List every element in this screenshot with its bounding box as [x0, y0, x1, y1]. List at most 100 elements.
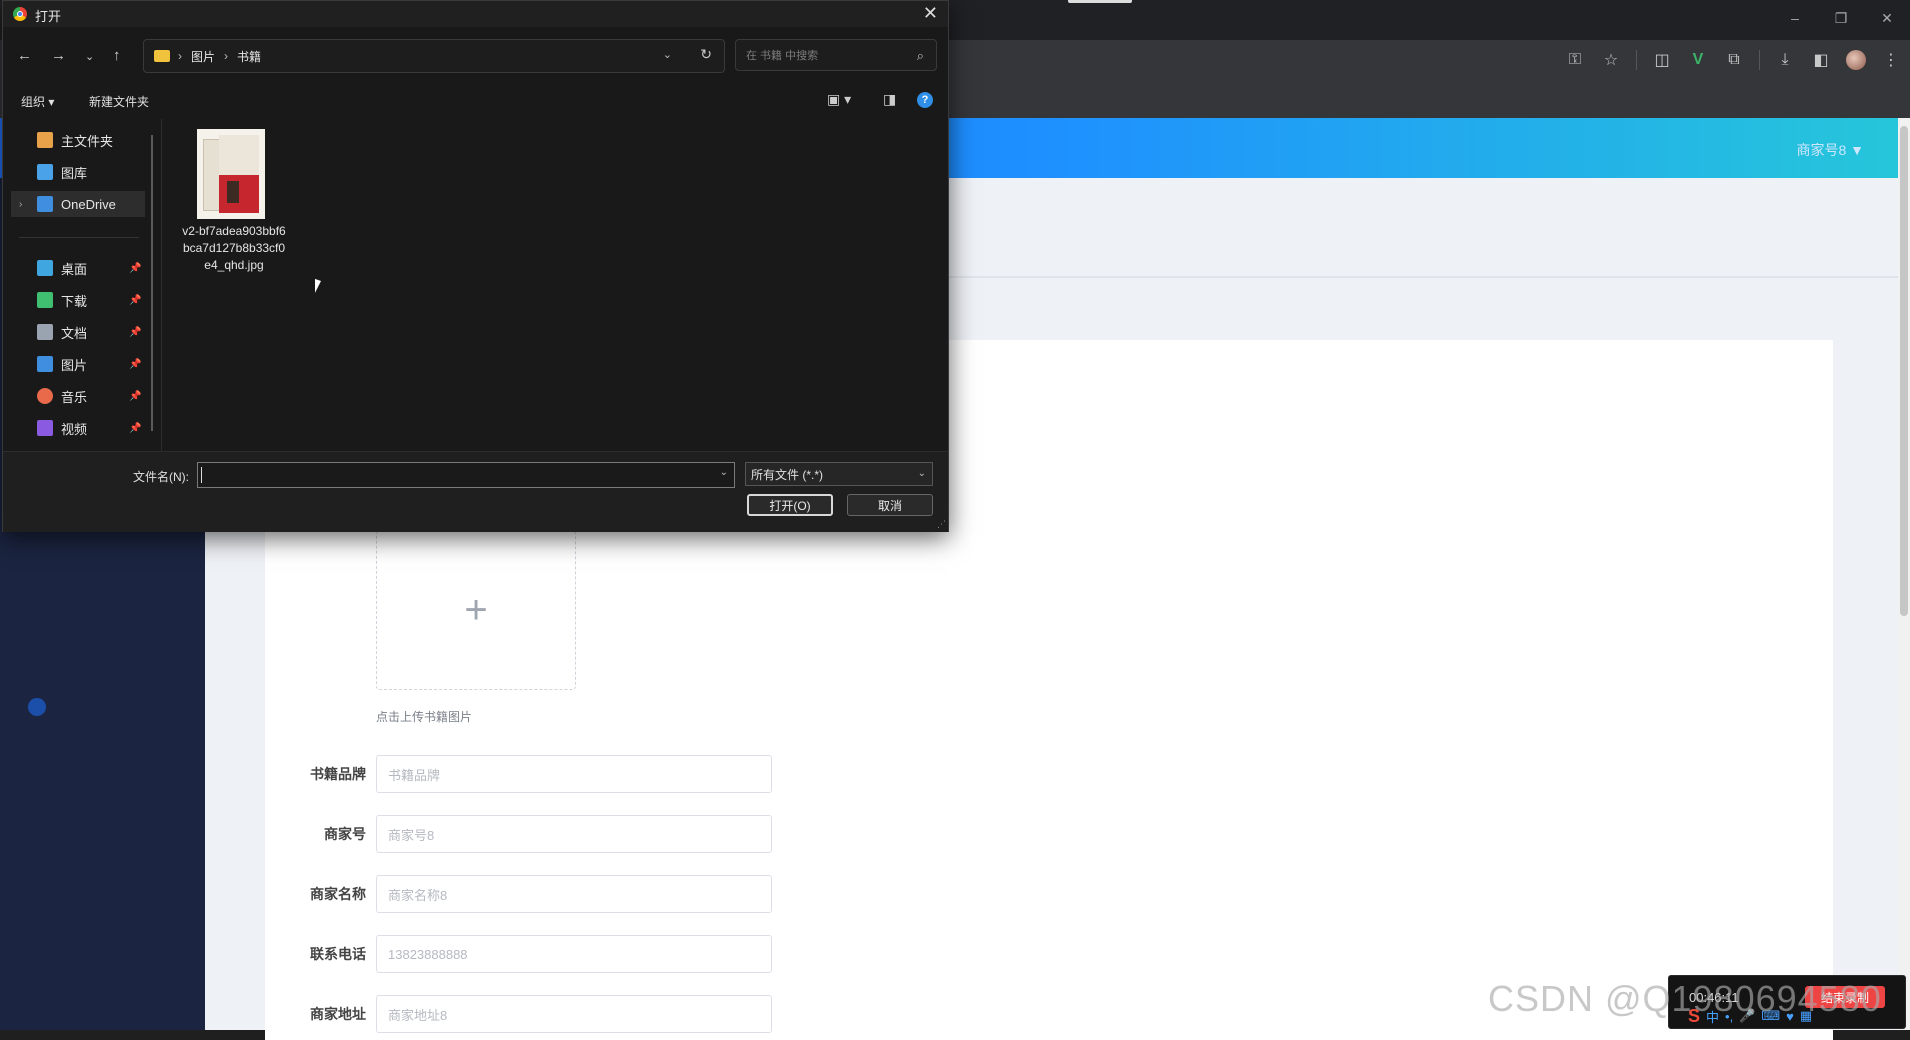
page-scroll-thumb[interactable]: [1900, 126, 1908, 616]
refresh-icon[interactable]: ↻: [700, 46, 712, 63]
filename-input[interactable]: ⌄: [197, 462, 735, 488]
breadcrumb-pictures[interactable]: 图片: [191, 48, 215, 65]
downloads-icon[interactable]: ⤓: [1774, 49, 1796, 71]
pin-icon[interactable]: 📌: [129, 295, 141, 306]
picture-icon: [37, 356, 53, 372]
music-icon: [37, 388, 53, 404]
nav-item-label: OneDrive: [61, 196, 116, 212]
nav-item-label: 音乐: [61, 389, 88, 405]
phone-label: 联系电话: [310, 946, 366, 962]
help-icon[interactable]: ?: [917, 92, 933, 108]
extensions-puzzle-icon[interactable]: ⧉: [1723, 49, 1745, 71]
folder-icon: [154, 50, 170, 62]
merchant-id-input[interactable]: 商家号8: [376, 815, 772, 853]
image-thumbnail: [197, 129, 265, 219]
forward-arrow-icon[interactable]: →: [51, 47, 66, 64]
merchant-account-menu[interactable]: 商家号8 ▼: [1796, 140, 1864, 160]
nav-item-gallery[interactable]: 图库: [3, 159, 153, 185]
dialog-title: 打开: [35, 9, 62, 24]
address-label: 商家地址: [310, 1006, 366, 1022]
file-name: v2-bf7adea903bbf6bca7d127b8b33cf0e4_qhd.…: [182, 224, 286, 272]
merchant-id-label: 商家号: [324, 826, 366, 842]
merchant-name-input[interactable]: 商家名称8: [376, 875, 772, 913]
breadcrumb-books[interactable]: 书籍: [237, 48, 261, 65]
dialog-footer: 文件名(N): ⌄ 所有文件 (*.*) ⌄ 打开(O) 取消 ⋰: [3, 451, 948, 532]
dialog-command-bar: 组织 ▾ 新建文件夹 ▣ ▾ ◨ ?: [3, 87, 948, 113]
merchant-menu-label[interactable]: 商家号8 ▼: [1796, 140, 1864, 160]
nav-item-label: 文档: [61, 325, 88, 341]
home-icon: [37, 132, 53, 148]
text-caret: [201, 467, 202, 483]
cancel-button[interactable]: 取消: [847, 494, 933, 516]
nav-item-home[interactable]: 主文件夹: [3, 127, 153, 153]
close-window-icon[interactable]: ✕: [1864, 0, 1910, 36]
form-row-address: 商家地址 商家地址8: [280, 994, 776, 1034]
view-mode-icon[interactable]: ▣ ▾: [827, 91, 851, 108]
vue-devtools-icon[interactable]: V: [1687, 49, 1709, 71]
dialog-close-icon[interactable]: ✕: [923, 3, 938, 24]
filename-history-chevron-icon[interactable]: ⌄: [720, 467, 728, 478]
back-arrow-icon[interactable]: ←: [17, 47, 32, 64]
brand-input[interactable]: 书籍品牌: [376, 755, 772, 793]
dialog-navigation-bar: ← → ⌄ ↑ › 图片 › 书籍 ⌄ ↻ 在 书籍 中搜索 ⌕: [3, 39, 948, 73]
organize-menu[interactable]: 组织 ▾: [21, 93, 54, 110]
browser-menu-icon[interactable]: ⋮: [1880, 49, 1902, 71]
file-type-value: 所有文件 (*.*): [751, 467, 824, 482]
breadcrumb-separator: ›: [224, 49, 229, 63]
expand-chevron-icon[interactable]: ›: [19, 199, 22, 210]
pin-icon[interactable]: 📌: [129, 327, 141, 338]
preview-pane-icon[interactable]: ◨: [883, 91, 896, 108]
nav-item-label: 图片: [61, 357, 88, 373]
book-image-upload[interactable]: +: [376, 530, 576, 690]
desktop-icon: [37, 260, 53, 276]
address-history-chevron-icon[interactable]: ⌄: [663, 48, 672, 61]
pin-icon[interactable]: 📌: [129, 359, 141, 370]
resize-grip-icon[interactable]: ⋰: [937, 519, 946, 530]
brand-label: 书籍品牌: [310, 766, 366, 782]
recent-locations-chevron-icon[interactable]: ⌄: [85, 50, 94, 63]
form-row-merchant-name: 商家名称 商家名称8: [280, 874, 776, 914]
pin-icon[interactable]: 📌: [129, 263, 141, 274]
gallery-icon: [37, 164, 53, 180]
pin-icon[interactable]: 📌: [129, 391, 141, 402]
folder-search-input[interactable]: 在 书籍 中搜索 ⌕: [735, 39, 937, 71]
restore-icon[interactable]: ❐: [1818, 0, 1864, 36]
nav-item-music[interactable]: 音乐 📌: [3, 383, 153, 409]
extension-glasses-icon[interactable]: ◫: [1651, 49, 1673, 71]
nav-item-label: 桌面: [61, 261, 88, 277]
phone-input[interactable]: 13823888888: [376, 935, 772, 973]
side-panel-icon[interactable]: ◧: [1810, 49, 1832, 71]
nav-item-documents[interactable]: 文档 📌: [3, 319, 153, 345]
video-icon: [37, 420, 53, 436]
nav-item-videos[interactable]: 视频 📌: [3, 415, 153, 441]
address-input[interactable]: 商家地址8: [376, 995, 772, 1033]
dialog-titlebar: 打开 ✕: [3, 1, 948, 27]
open-button[interactable]: 打开(O): [747, 494, 833, 516]
form-row-brand: 书籍品牌 书籍品牌: [280, 754, 776, 794]
file-type-select[interactable]: 所有文件 (*.*) ⌄: [745, 462, 933, 486]
merchant-name-label: 商家名称: [310, 886, 366, 902]
pin-icon[interactable]: 📌: [129, 423, 141, 434]
nav-item-desktop[interactable]: 桌面 📌: [3, 255, 153, 281]
new-folder-button[interactable]: 新建文件夹: [89, 93, 149, 110]
nav-pane-scrollbar[interactable]: [151, 135, 153, 431]
minimize-icon[interactable]: –: [1772, 0, 1818, 36]
search-placeholder: 在 书籍 中搜索: [746, 50, 819, 62]
upload-hint: 点击上传书籍图片: [376, 710, 473, 724]
profile-avatar[interactable]: [1846, 50, 1866, 70]
nav-item-pictures[interactable]: 图片 📌: [3, 351, 153, 377]
nav-item-onedrive[interactable]: › OneDrive: [11, 191, 145, 217]
csdn-watermark: CSDN @Q1980694580: [1488, 978, 1882, 1019]
address-bar[interactable]: › 图片 › 书籍 ⌄ ↻: [143, 39, 725, 73]
document-icon: [37, 324, 53, 340]
sidebar-avatar[interactable]: [28, 698, 46, 716]
nav-item-label: 视频: [61, 421, 88, 437]
up-arrow-icon[interactable]: ↑: [113, 47, 121, 64]
browser-tab-indicator[interactable]: [1068, 0, 1132, 3]
toolbar-separator: [1636, 50, 1637, 70]
password-key-icon[interactable]: ⚿: [1564, 49, 1586, 71]
plus-icon: +: [464, 587, 488, 632]
form-row-merchant-id: 商家号 商家号8: [280, 814, 776, 854]
bookmark-star-icon[interactable]: ☆: [1600, 49, 1622, 71]
nav-item-downloads[interactable]: 下载 📌: [3, 287, 153, 313]
